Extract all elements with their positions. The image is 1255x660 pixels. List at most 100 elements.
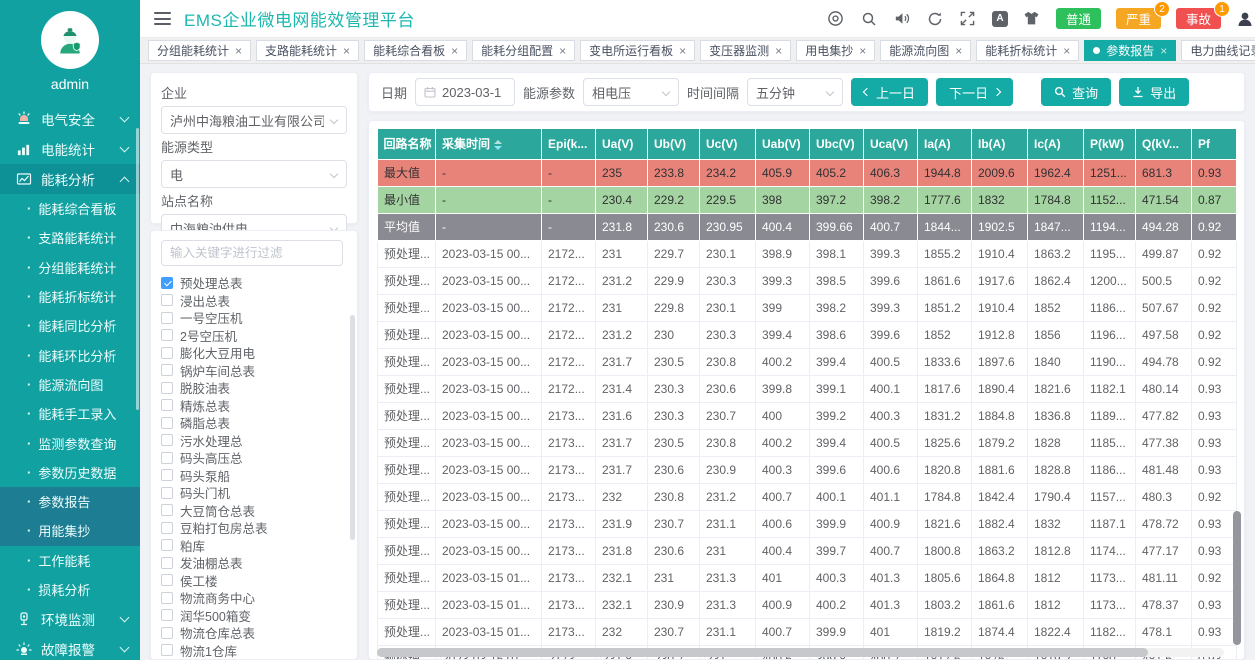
column-header[interactable]: Epi(k... [542,129,596,159]
tab-close-icon[interactable] [679,45,686,57]
meter-item[interactable]: 粕库 [161,537,351,555]
meter-item[interactable]: 磷脂总表 [161,414,351,432]
badge-serious[interactable]: 严重 2 [1116,8,1161,29]
avatar[interactable] [41,11,99,69]
column-header[interactable]: Ia(A) [918,129,972,159]
checkbox[interactable] [161,504,173,516]
meter-item[interactable]: 大豆筒仓总表 [161,502,351,520]
table-row[interactable]: 预处理... 2023-03-15 00... 2172... 231.7 23… [378,348,1237,375]
meter-item[interactable]: 码头高压总 [161,449,351,467]
tab-close-icon[interactable] [1160,45,1167,57]
tab[interactable]: 用电集抄 [796,40,875,61]
column-header[interactable]: Ubc(V) [810,129,864,159]
tab[interactable]: 变压器监测 [700,40,791,61]
meter-item[interactable]: 浸出总表 [161,292,351,310]
sidebar-item[interactable]: 分组能耗统计 [0,253,140,282]
user-avatar-icon[interactable] [1236,10,1254,28]
table-row[interactable]: 预处理... 2023-03-15 00... 2173... 232 230.… [378,483,1237,510]
horizontal-scrollbar-thumb[interactable] [377,648,1148,657]
tab-close-icon[interactable] [1063,45,1070,57]
checkbox[interactable] [161,417,173,429]
sidebar-item[interactable]: 参数报告 [0,487,140,516]
meter-item[interactable]: 润华500箱变 [161,607,351,625]
column-header[interactable]: Ub(V) [648,129,700,159]
meter-item[interactable]: 豆粕打包房总表 [161,519,351,537]
meter-item[interactable]: 锅炉车间总表 [161,362,351,380]
language-icon[interactable] [992,11,1008,27]
sidebar-item[interactable]: 损耗分析 [0,575,140,604]
tab[interactable]: 能耗分组配置 [472,40,575,61]
table-row[interactable]: 预处理... 2023-03-15 00... 2173... 231.7 23… [378,456,1237,483]
vertical-scrollbar-thumb[interactable] [1233,511,1241,645]
badge-normal[interactable]: 普通 [1056,8,1101,29]
tab[interactable]: 分组能耗统计 [148,40,251,61]
sidebar-item[interactable]: 工作能耗 [0,546,140,575]
select-dropdown[interactable]: 泸州中海粮油工业有限公司 [161,106,347,134]
sidebar-group-fault-alarm[interactable]: 故障报警 [0,634,140,660]
meter-item[interactable]: 物流1仓库 [161,642,351,660]
sidebar-item[interactable]: 能耗综合看板 [0,194,140,223]
vertical-scrollbar[interactable] [1233,129,1241,645]
tab-close-icon[interactable] [775,45,782,57]
checkbox[interactable] [161,557,173,569]
theme-shirt-icon[interactable] [1023,10,1041,28]
checkbox[interactable] [161,364,173,376]
meter-item[interactable]: 预处理总表 [161,274,351,292]
sidebar-group-energy-analysis[interactable]: 能耗分析 [0,164,140,194]
column-header[interactable]: P(kW) [1084,129,1136,159]
tab[interactable]: 能耗折标统计 [976,40,1079,61]
sidebar-group-environment-monitor[interactable]: 环境监测 [0,604,140,634]
meter-item[interactable]: 物流商务中心 [161,589,351,607]
meter-item[interactable]: 物流仓库总表 [161,624,351,642]
keyword-filter-input[interactable] [161,240,343,266]
column-header[interactable]: Q(kV... [1136,129,1192,159]
sidebar-item[interactable]: 监测参数查询 [0,428,140,457]
tab[interactable]: 变电所运行看板 [580,40,695,61]
checkbox[interactable] [161,347,173,359]
checkbox[interactable] [161,574,173,586]
sidebar-item[interactable]: 能耗环比分析 [0,340,140,369]
column-header[interactable]: Uca(V) [864,129,918,159]
tab-close-icon[interactable] [559,45,566,57]
tab[interactable]: 支路能耗统计 [256,40,359,61]
checkbox[interactable] [161,539,173,551]
tab[interactable]: 电力曲线记录 [1181,40,1255,61]
meter-item[interactable]: 发油棚总表 [161,554,351,572]
tab-close-icon[interactable] [235,45,242,57]
checkbox[interactable] [161,277,173,289]
checkbox[interactable] [161,522,173,534]
sidebar-item[interactable]: 支路能耗统计 [0,223,140,252]
table-row[interactable]: 预处理... 2023-03-15 00... 2173... 231.7 23… [378,429,1237,456]
table-row[interactable]: 预处理... 2023-03-15 00... 2172... 231.2 23… [378,321,1237,348]
tab-close-icon[interactable] [343,45,350,57]
interval-select[interactable]: 五分钟 [747,78,843,106]
sidebar-item[interactable]: 用能集抄 [0,516,140,545]
checkbox[interactable] [161,312,173,324]
column-header[interactable]: 回路名称 [378,129,436,159]
param-select[interactable]: 相电压 [583,78,679,106]
checkbox[interactable] [161,399,173,411]
checkbox[interactable] [161,592,173,604]
tab-close-icon[interactable] [955,45,962,57]
sidebar-group-power-statistics[interactable]: 电能统计 [0,134,140,164]
meter-item[interactable]: 码头泵船 [161,467,351,485]
tab[interactable]: 能耗综合看板 [364,40,467,61]
checkbox[interactable] [161,487,173,499]
table-row[interactable]: 预处理... 2023-03-15 00... 2172... 231.4 23… [378,375,1237,402]
checkbox[interactable] [161,382,173,394]
meter-item[interactable]: 膨化大豆用电 [161,344,351,362]
checkbox[interactable] [161,434,173,446]
tab[interactable]: 参数报告 [1084,40,1176,61]
date-input[interactable]: 2023-03-1 [415,78,515,106]
table-row[interactable]: 预处理... 2023-03-15 00... 2172... 231 229.… [378,294,1237,321]
search-icon[interactable] [860,10,878,28]
table-row[interactable]: 预处理... 2023-03-15 00... 2172... 231 229.… [378,240,1237,267]
meter-item[interactable]: 侯工楼 [161,572,351,590]
table-row[interactable]: 预处理... 2023-03-15 00... 2173... 231.6 23… [378,402,1237,429]
checkbox[interactable] [161,609,173,621]
checkbox[interactable] [161,469,173,481]
horizontal-scrollbar[interactable] [377,648,1224,657]
column-header[interactable]: 采集时间 [436,129,542,159]
table-row[interactable]: 预处理... 2023-03-15 00... 2173... 231.9 23… [378,510,1237,537]
sidebar-scrollbar[interactable] [136,128,139,410]
